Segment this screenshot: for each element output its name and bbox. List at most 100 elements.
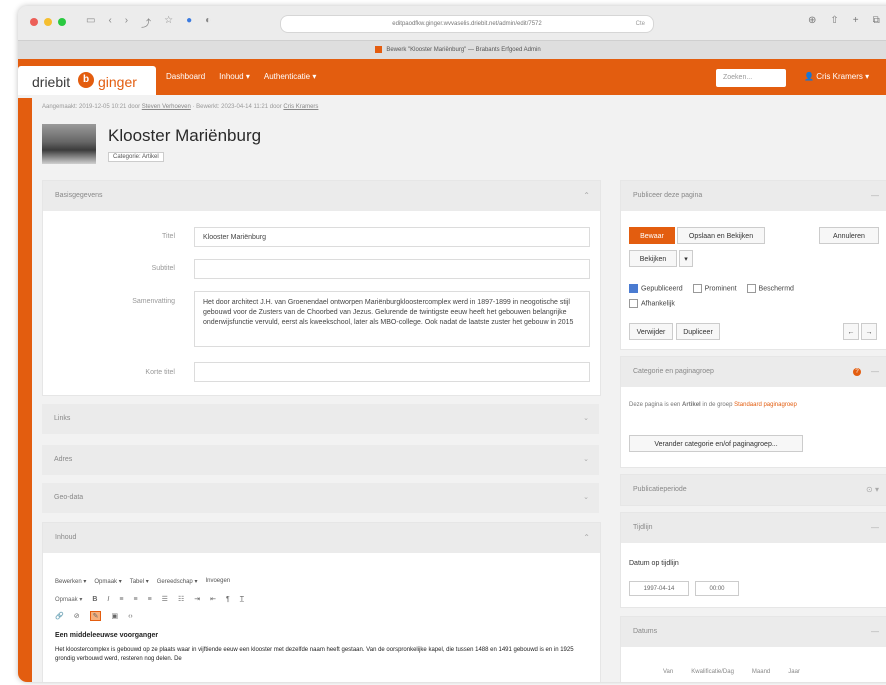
align-left-icon[interactable]: ≡: [119, 596, 123, 603]
edit-media-icon[interactable]: ✎: [89, 611, 102, 621]
paragraph-icon[interactable]: ¶: [226, 596, 230, 603]
view-button[interactable]: Bekijken: [629, 250, 677, 267]
collapse-icon[interactable]: —: [871, 513, 879, 543]
back-icon[interactable]: ‹: [108, 15, 111, 30]
category-group-link[interactable]: Standaard paginagroep: [734, 402, 797, 408]
forward-icon[interactable]: ›: [125, 15, 128, 30]
side-tab[interactable]: [18, 98, 32, 682]
nav-item-content[interactable]: Inhoud ▾: [219, 72, 250, 81]
view-dropdown-button[interactable]: ▾: [679, 250, 693, 267]
menu-edit[interactable]: Bewerken ▾: [55, 578, 86, 585]
bold-icon[interactable]: B: [92, 596, 97, 603]
user-menu[interactable]: 👤 Cris Kramers ▾: [804, 72, 869, 81]
timeline-date-input[interactable]: 1997-04-14: [629, 581, 689, 596]
expand-icon[interactable]: ⌄: [583, 483, 589, 513]
protect-label: Beschermd: [758, 285, 794, 293]
new-tab-icon[interactable]: +: [853, 15, 859, 26]
url-text: editpaodfkw.ginger.wvvaselis.driebit.net…: [392, 21, 542, 27]
close-window-button[interactable]: [30, 18, 38, 26]
save-and-view-button[interactable]: Opslaan en Bekijken: [677, 227, 765, 244]
category-header[interactable]: Categorie en paginagroep —: [621, 357, 886, 387]
numbered-list-icon[interactable]: ☷: [178, 595, 184, 603]
zoom-window-button[interactable]: [58, 18, 66, 26]
code-icon[interactable]: ‹›: [128, 613, 133, 620]
dates-header[interactable]: Datums —: [621, 617, 886, 647]
italic-icon[interactable]: I: [107, 596, 109, 603]
timeline-time-input[interactable]: 00:00: [695, 581, 739, 596]
download-icon[interactable]: ⊕: [808, 15, 816, 26]
duplicate-button[interactable]: Dupliceer: [676, 323, 720, 340]
bullet-list-icon[interactable]: ☰: [162, 595, 168, 603]
subtitle-input[interactable]: [194, 259, 590, 279]
search-input[interactable]: Zoeken...: [716, 69, 786, 87]
content-panel: Inhoud ⌃ Bewerken ▾ Opmaak ▾ Tabel ▾ Gere…: [42, 522, 601, 682]
format-dropdown[interactable]: Opmaak ▾: [55, 596, 82, 603]
category-badge: Categorie: Artikel: [108, 152, 164, 162]
dates-col-from: Van: [663, 669, 674, 675]
address-bar[interactable]: editpaodfkw.ginger.wvvaselis.driebit.net…: [280, 15, 654, 33]
collapse-icon[interactable]: —: [871, 617, 879, 647]
expand-icon[interactable]: ⌄: [583, 445, 589, 475]
title-input[interactable]: Klooster Mariënburg: [194, 227, 590, 247]
browser-tab[interactable]: Bewerk "Klooster Mariënburg" — Brabants …: [18, 40, 886, 59]
clear-format-icon[interactable]: T̲: [240, 596, 244, 603]
meta-user-created[interactable]: Steven Verhoeven: [142, 104, 191, 110]
meta-user-edited[interactable]: Cris Kramers: [283, 104, 318, 110]
align-center-icon[interactable]: ≡: [133, 596, 137, 603]
menu-tools[interactable]: Gereedschap ▾: [157, 578, 198, 585]
expand-icon[interactable]: ⌄: [583, 404, 589, 434]
delete-button[interactable]: Verwijder: [629, 323, 673, 340]
dependent-checkbox[interactable]: Afhankelijk: [629, 299, 675, 308]
nav-item-auth[interactable]: Authenticatie ▾: [264, 72, 317, 81]
summary-textarea[interactable]: Het door architect J.H. van Groenendael …: [194, 291, 590, 347]
extension-icon[interactable]: ●: [186, 15, 192, 30]
collapse-icon[interactable]: ⌃: [583, 523, 590, 553]
publication-period-header[interactable]: Publicatieperiode ⊙ ▾: [621, 475, 886, 505]
collapse-icon[interactable]: —: [871, 357, 879, 387]
basics-header-label: Basisgegevens: [55, 192, 103, 199]
outdent-icon[interactable]: ⇤: [210, 595, 216, 603]
short-title-input[interactable]: [194, 362, 590, 382]
collapse-icon[interactable]: —: [871, 181, 879, 211]
tabs-overview-icon[interactable]: ⧉: [873, 15, 880, 26]
minimize-window-button[interactable]: [44, 18, 52, 26]
editor-paragraph[interactable]: Het kloostercomplex is gebouwd op ze pla…: [55, 646, 575, 676]
menu-table[interactable]: Tabel ▾: [130, 578, 149, 585]
toolbar-icons: ▭ ‹ › ⤴ ☆ ● ◐: [86, 15, 211, 30]
align-right-icon[interactable]: ≡: [148, 596, 152, 603]
published-checkbox[interactable]: Gepubliceerd: [629, 284, 683, 293]
share-page-icon[interactable]: ⇧: [830, 15, 838, 26]
content-header[interactable]: Inhoud ⌃: [43, 523, 600, 553]
sidebar-icon[interactable]: ▭: [86, 15, 95, 30]
nav-item-dashboard[interactable]: Dashboard: [166, 72, 205, 81]
publish-header[interactable]: Publiceer deze pagina —: [621, 181, 886, 211]
menu-format[interactable]: Opmaak ▾: [94, 578, 121, 585]
checkbox-icon: [746, 284, 756, 293]
image-icon[interactable]: ▣: [111, 612, 118, 620]
link-icon[interactable]: 🔗: [55, 612, 64, 620]
unlink-icon[interactable]: ⊘: [74, 612, 80, 620]
basics-header[interactable]: Basisgegevens ⌃: [43, 181, 600, 211]
protect-checkbox[interactable]: Beschermd: [746, 284, 794, 293]
logo[interactable]: driebit b ginger: [18, 66, 156, 95]
translate-icon[interactable]: Cte: [636, 16, 645, 32]
timeline-header[interactable]: Tijdlijn —: [621, 513, 886, 543]
bookmark-icon[interactable]: ☆: [164, 15, 173, 30]
menu-insert[interactable]: Invoegen: [205, 578, 230, 585]
settings-expand-icon[interactable]: ⊙ ▾: [866, 475, 879, 505]
share-icon[interactable]: ⤴: [141, 15, 151, 30]
indent-icon[interactable]: ⇥: [194, 595, 200, 603]
save-button[interactable]: Bewaar: [629, 227, 675, 244]
geo-section[interactable]: Geo-data ⌄: [42, 483, 599, 513]
change-category-button[interactable]: Verander categorie en/of paginagroep...: [629, 435, 803, 452]
help-icon[interactable]: ?: [853, 368, 861, 376]
next-page-button[interactable]: →: [861, 323, 877, 340]
shield-icon[interactable]: ◐: [205, 15, 211, 30]
editor-heading[interactable]: Een middeleeuwse voorganger: [55, 631, 158, 641]
collapse-icon[interactable]: ⌃: [583, 181, 590, 211]
prominent-checkbox[interactable]: Prominent: [692, 284, 737, 293]
previous-page-button[interactable]: ←: [843, 323, 859, 340]
address-section[interactable]: Adres ⌄: [42, 445, 599, 475]
links-section[interactable]: Links ⌄: [42, 404, 599, 434]
cancel-button[interactable]: Annuleren: [819, 227, 879, 244]
